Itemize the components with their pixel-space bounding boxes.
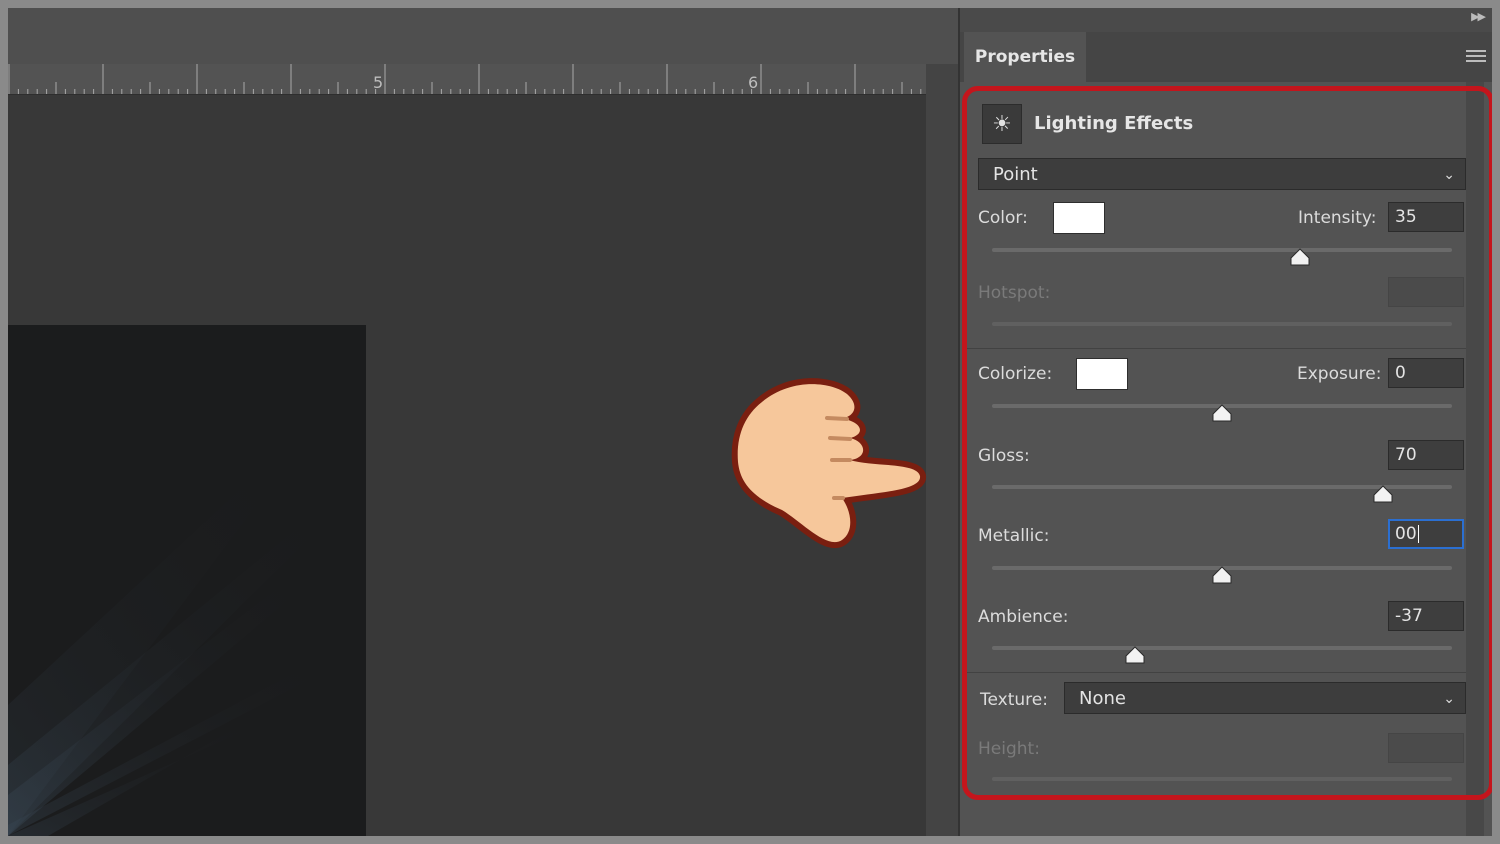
options-bar (8, 8, 958, 64)
pointing-hand-icon (731, 378, 926, 548)
properties-panel: ▶▶ Properties ☀ Lighting Effects Point ⌄… (960, 8, 1492, 836)
hamburger-menu-icon[interactable] (1466, 50, 1486, 64)
ruler-mark-6: 6 (748, 73, 759, 92)
panel-header: ▶▶ (960, 8, 1492, 32)
horizontal-ruler: 5 6 (8, 64, 926, 95)
screenshot-frame: 5 6 ▶▶ Properties ☀ Lighting Effects Poi… (8, 8, 1492, 836)
tab-properties[interactable]: Properties (964, 32, 1086, 82)
highlight-outline (962, 86, 1492, 800)
light-rays-graphic (8, 325, 366, 836)
ruler-ticks (8, 64, 922, 94)
ruler-mark-5: 5 (373, 73, 384, 92)
panel-tab-row: Properties (960, 32, 1492, 82)
image-layer (8, 325, 366, 836)
double-chevron-right-icon[interactable]: ▶▶ (1471, 10, 1486, 23)
